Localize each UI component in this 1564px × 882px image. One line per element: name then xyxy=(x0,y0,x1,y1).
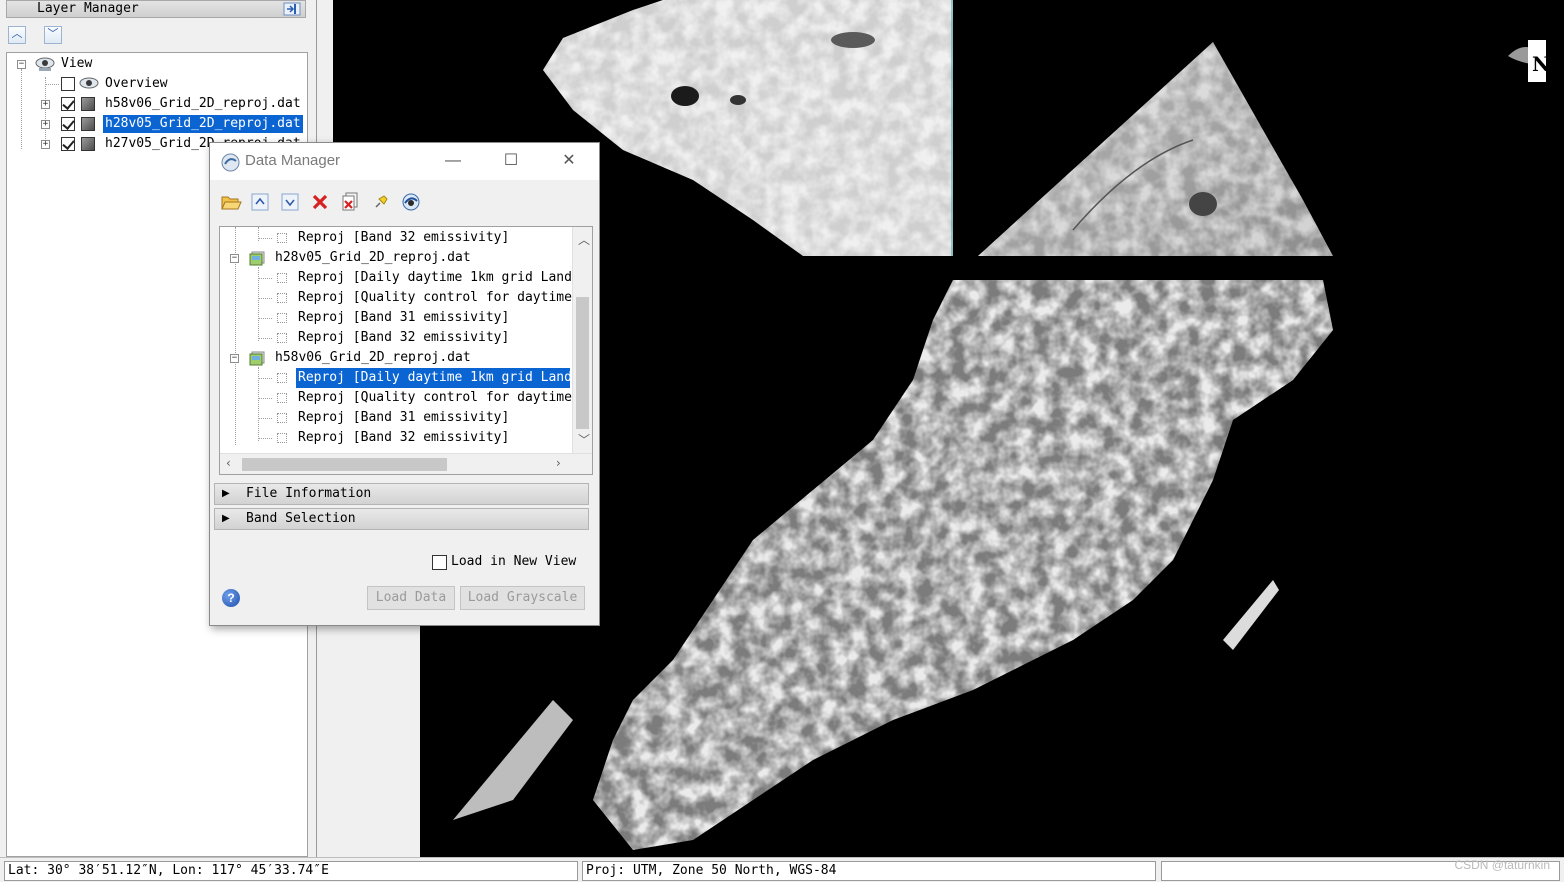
load-data-button[interactable]: Load Data xyxy=(367,586,455,610)
band-item-icon xyxy=(277,233,287,243)
data-manager-titlebar[interactable]: Data Manager — ☐ ✕ xyxy=(210,143,599,180)
layer-label: h58v06_Grid_2D_reproj.dat xyxy=(105,96,301,111)
tree-node-view-label: View xyxy=(61,56,93,71)
file-information-section[interactable]: ▶ File Information xyxy=(214,483,589,505)
band-item-icon xyxy=(277,273,287,283)
overview-checkbox[interactable] xyxy=(61,77,75,91)
scroll-up-icon[interactable]: ︿ xyxy=(578,231,590,248)
expand-icon[interactable]: + xyxy=(41,100,50,109)
band-item-icon xyxy=(277,293,287,303)
layer-manager-title: Layer Manager xyxy=(37,1,139,16)
file-information-label: File Information xyxy=(246,486,372,501)
eye-icon xyxy=(79,77,99,89)
horizontal-scroll-thumb[interactable] xyxy=(242,458,447,471)
raster-layer-icon xyxy=(81,117,95,131)
watermark: CSDN @taturnkin xyxy=(1454,858,1550,872)
layer-manager-titlebar: Layer Manager xyxy=(6,0,306,18)
move-up-icon[interactable] xyxy=(250,191,272,213)
band-item-icon xyxy=(277,313,287,323)
layer-checkbox[interactable] xyxy=(61,117,75,131)
raster-file-icon xyxy=(249,251,265,266)
band-item-label: Reproj [Band 32 emissivity] xyxy=(298,230,510,245)
raster-layer-icon xyxy=(81,137,95,151)
band-item-icon xyxy=(277,333,287,343)
file-item-label: h58v06_Grid_2D_reproj.dat xyxy=(275,350,471,365)
close-file-icon[interactable] xyxy=(310,191,332,213)
expand-icon[interactable]: + xyxy=(41,140,50,149)
band-item-label: Reproj [Quality control for daytime ] xyxy=(298,390,588,405)
band-item-icon xyxy=(277,373,287,383)
checkbox-box[interactable] xyxy=(432,555,447,570)
data-manager-dialog: Data Manager — ☐ ✕ Reproj [Band 32 emiss… xyxy=(209,142,600,626)
band-item-label: Reproj [Band 32 emissivity] xyxy=(298,430,510,445)
band-item-label: Reproj [Band 31 emissivity] xyxy=(298,310,510,325)
band-selection-label: Band Selection xyxy=(246,511,356,526)
horizontal-scrollbar[interactable]: ‹ › xyxy=(220,453,592,474)
load-grayscale-button[interactable]: Load Grayscale xyxy=(460,586,585,610)
move-down-icon[interactable] xyxy=(280,191,302,213)
data-manager-file-tree[interactable]: Reproj [Band 32 emissivity] − h28v05_Gri… xyxy=(219,226,593,475)
open-folder-icon[interactable] xyxy=(220,191,242,213)
close-button[interactable]: ✕ xyxy=(557,149,581,173)
collapse-icon[interactable]: − xyxy=(17,60,26,69)
layer-label-selected: h28v05_Grid_2D_reproj.dat xyxy=(102,114,304,134)
raster-file-icon xyxy=(249,351,265,366)
maximize-button[interactable]: ☐ xyxy=(499,149,523,173)
load-in-new-view-label: Load in New View xyxy=(451,554,577,569)
band-item-label: Reproj [Band 32 emissivity] xyxy=(298,330,510,345)
band-item-label: Reproj [Band 31 emissivity] xyxy=(298,410,510,425)
status-location: Lat: 30° 38′51.12″N, Lon: 117° 45′33.74″… xyxy=(4,861,578,881)
file-item-label: h28v05_Grid_2D_reproj.dat xyxy=(275,250,471,265)
expand-arrow-icon: ▶ xyxy=(222,513,230,524)
minimize-button[interactable]: — xyxy=(441,149,465,173)
help-icon[interactable]: ? xyxy=(222,589,240,607)
layer-checkbox[interactable] xyxy=(61,97,75,111)
scroll-down-icon[interactable]: ﹀ xyxy=(578,431,590,448)
collapse-icon[interactable]: − xyxy=(230,254,239,263)
overview-label: Overview xyxy=(105,76,168,91)
scroll-left-icon[interactable]: ‹ xyxy=(226,456,231,470)
band-selection-section[interactable]: ▶ Band Selection xyxy=(214,508,589,530)
status-projection: Proj: UTM, Zone 50 North, WGS-84 xyxy=(582,861,1156,881)
band-item-label: Reproj [Daily daytime 1km grid Land- xyxy=(295,367,580,389)
vertical-scrollbar[interactable]: ︿ ﹀ xyxy=(572,227,592,455)
eye-icon xyxy=(35,57,55,71)
pin-icon[interactable] xyxy=(370,191,392,213)
status-bar: Lat: 30° 38′51.12″N, Lon: 117° 45′33.74″… xyxy=(0,857,1564,882)
vertical-scroll-thumb[interactable] xyxy=(576,297,589,429)
move-up-icon[interactable]: ︿ xyxy=(8,26,26,44)
move-down-icon[interactable]: ﹀ xyxy=(43,26,62,44)
close-all-files-icon[interactable] xyxy=(340,191,362,213)
layer-manager-toolbar: ︿ ﹀ xyxy=(8,26,72,46)
band-item-icon xyxy=(277,393,287,403)
data-manager-title: Data Manager xyxy=(245,152,341,169)
scroll-right-icon[interactable]: › xyxy=(556,456,561,470)
band-item-icon xyxy=(277,413,287,423)
north-arrow-label: N xyxy=(1532,52,1551,76)
envi-app-icon xyxy=(221,153,240,172)
pin-icon[interactable] xyxy=(283,2,301,16)
layer-checkbox[interactable] xyxy=(61,137,75,151)
collapse-icon[interactable]: − xyxy=(230,354,239,363)
band-item-label: Reproj [Quality control for daytime ] xyxy=(298,290,588,305)
panel-background xyxy=(333,620,420,857)
envi-globe-icon[interactable] xyxy=(400,191,422,213)
band-item-icon xyxy=(277,433,287,443)
expand-arrow-icon: ▶ xyxy=(222,488,230,499)
band-item-label: Reproj [Daily daytime 1km grid Land- xyxy=(298,270,580,285)
raster-layer-icon xyxy=(81,97,95,111)
expand-icon[interactable]: + xyxy=(41,120,50,129)
